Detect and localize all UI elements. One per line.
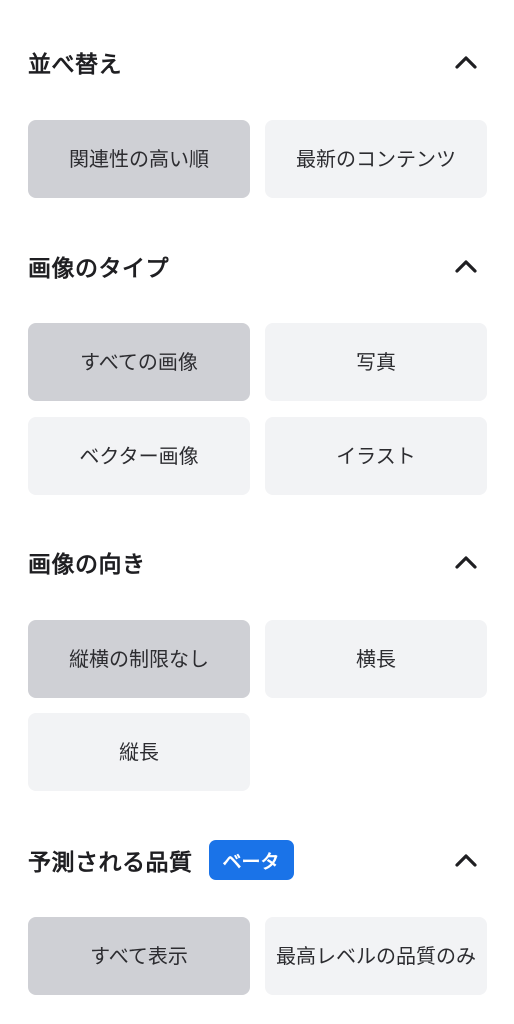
quality-option-highest[interactable]: 最高レベルの品質のみ (265, 917, 487, 995)
chevron-up-icon[interactable] (446, 844, 486, 876)
chevron-up-icon[interactable] (446, 46, 486, 78)
orientation-option-any[interactable]: 縦横の制限なし (28, 620, 250, 698)
image-type-title: 画像のタイプ (28, 256, 169, 282)
chevron-up-icon[interactable] (446, 546, 486, 578)
image-type-option-illustration[interactable]: イラスト (265, 417, 487, 495)
orientation-title: 画像の向き (28, 552, 146, 578)
image-type-option-photo[interactable]: 写真 (265, 323, 487, 401)
orientation-option-landscape[interactable]: 横長 (265, 620, 487, 698)
sort-option-newest[interactable]: 最新のコンテンツ (265, 120, 487, 198)
image-type-option-all[interactable]: すべての画像 (28, 323, 250, 401)
quality-option-all[interactable]: すべて表示 (28, 917, 250, 995)
chevron-up-icon[interactable] (446, 250, 486, 282)
orientation-header: 画像の向き (28, 542, 486, 582)
sort-option-relevance[interactable]: 関連性の高い順 (28, 120, 250, 198)
quality-header: 予測される品質 ベータ (28, 840, 486, 880)
image-type-header: 画像のタイプ (28, 246, 486, 286)
sort-header: 並べ替え (28, 42, 486, 82)
image-type-option-vector[interactable]: ベクター画像 (28, 417, 250, 495)
beta-badge: ベータ (208, 840, 294, 880)
quality-title: 予測される品質 (28, 850, 193, 876)
orientation-option-portrait[interactable]: 縦長 (28, 713, 250, 791)
sort-title: 並べ替え (28, 52, 122, 78)
